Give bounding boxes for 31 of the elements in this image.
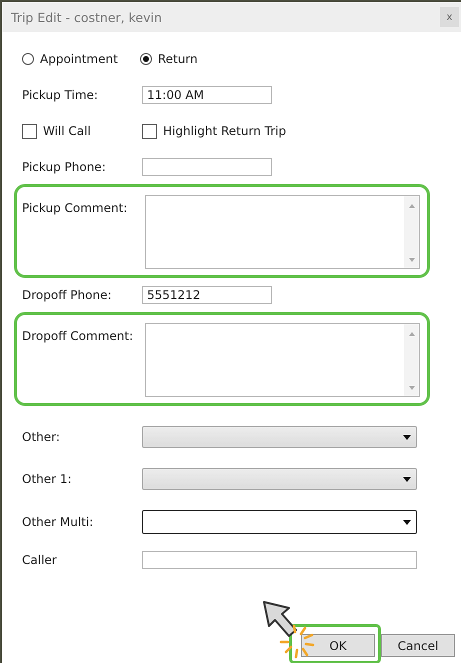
field-label: Other 1: bbox=[22, 472, 72, 486]
field-label: Pickup Comment: bbox=[22, 201, 128, 215]
text-field[interactable] bbox=[142, 551, 417, 569]
field-label: Caller bbox=[22, 553, 57, 567]
radio-option[interactable]: Return bbox=[140, 52, 198, 66]
dialog-button[interactable]: OK bbox=[301, 634, 375, 657]
text-field[interactable]: 5551212 bbox=[142, 286, 272, 304]
scroll-down-icon bbox=[408, 258, 414, 262]
close-button[interactable]: x bbox=[440, 7, 459, 27]
scroll-up-icon bbox=[408, 332, 414, 336]
radio-option[interactable]: Appointment bbox=[22, 52, 118, 66]
field-label: Other Multi: bbox=[22, 515, 94, 529]
text-field[interactable]: 11:00 AM bbox=[142, 86, 272, 104]
checkbox-option[interactable]: Will Call bbox=[22, 124, 142, 138]
caret-icon bbox=[403, 434, 411, 440]
field-label: Dropoff Comment: bbox=[22, 329, 134, 343]
comment-field[interactable] bbox=[145, 323, 420, 397]
dropdown[interactable] bbox=[142, 510, 417, 534]
field-label: Other: bbox=[22, 430, 60, 444]
comment-field[interactable] bbox=[145, 195, 420, 269]
caret-icon bbox=[403, 476, 411, 482]
caret-icon bbox=[403, 520, 411, 524]
field-label: Pickup Phone: bbox=[22, 160, 106, 174]
text-field[interactable] bbox=[142, 158, 272, 176]
scroll-down-icon bbox=[408, 386, 414, 390]
checkbox-option[interactable]: Highlight Return Trip bbox=[142, 124, 286, 138]
field-label: Pickup Time: bbox=[22, 88, 98, 102]
dialog-button[interactable]: Cancel bbox=[381, 634, 455, 657]
window-title: Trip Edit - costner, kevin bbox=[11, 10, 163, 24]
field-label: Dropoff Phone: bbox=[22, 288, 112, 302]
scroll-up-icon bbox=[408, 204, 414, 208]
